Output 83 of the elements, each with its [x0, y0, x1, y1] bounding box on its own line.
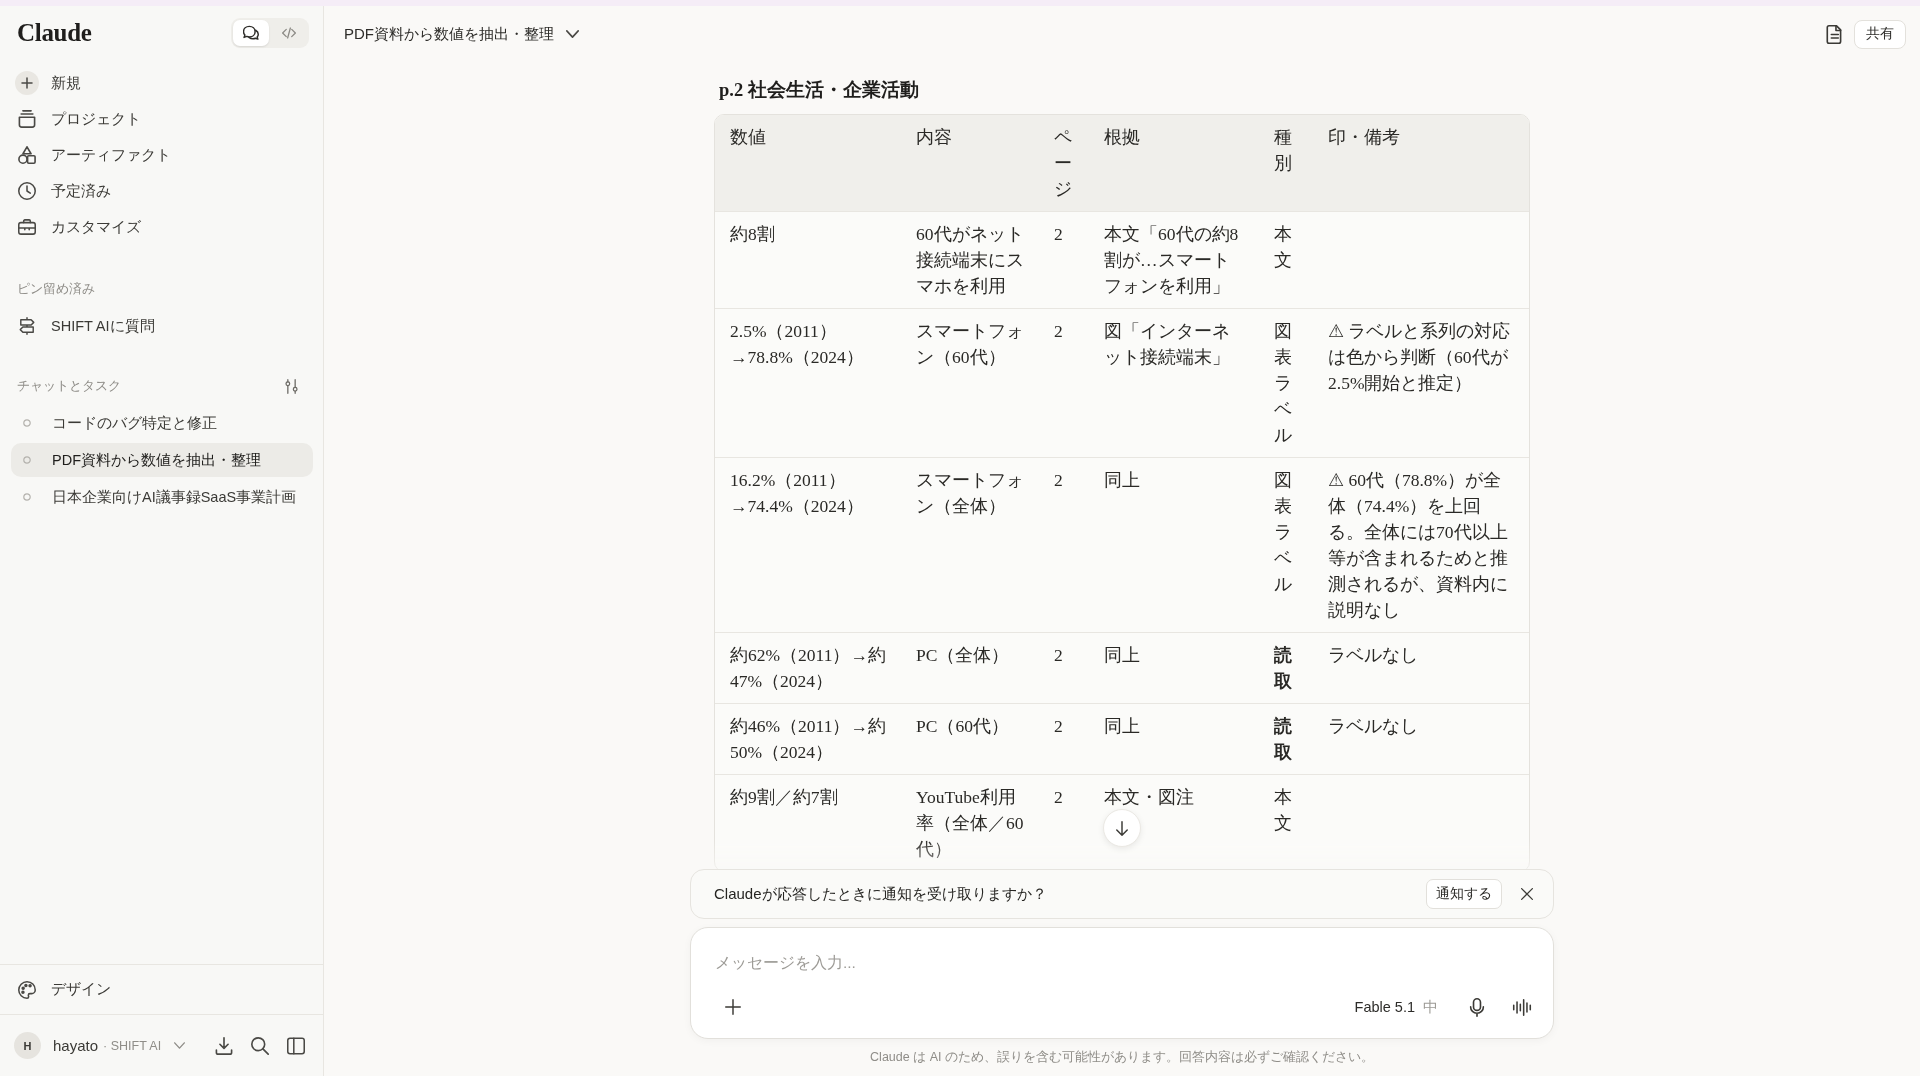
notify-button[interactable]: 通知する — [1426, 879, 1502, 909]
down-arrow-icon — [1115, 820, 1129, 836]
disclaimer-text: Claude は AI のため、誤りを含む可能性があります。回答内容は必ずご確認ください。 — [869, 1049, 1375, 1066]
waveform-icon[interactable] — [1512, 998, 1532, 1016]
chat-item[interactable]: PDF資料から数値を抽出・整理 — [11, 443, 313, 477]
table-cell: 約46%（2011）→約50%（2024） — [715, 703, 901, 775]
sidebar-toggle-icon[interactable] — [287, 1036, 305, 1055]
table-cell: 2 — [1039, 457, 1089, 633]
table-cell: 約8割 — [715, 211, 901, 309]
document-icon[interactable] — [1826, 24, 1842, 44]
nav-item[interactable]: 新規 — [11, 65, 313, 101]
table-cell: 本文 — [1259, 211, 1313, 309]
pinned-item[interactable]: SHIFT AIに質問 — [11, 308, 313, 344]
section-heading: チャットとタスク — [17, 377, 121, 395]
plus-icon — [15, 71, 39, 95]
chevron-down-icon — [174, 1042, 186, 1049]
table-cell: 約62%（2011）→約47%（2024） — [715, 632, 901, 704]
close-icon[interactable] — [1521, 888, 1533, 900]
circle-icon — [23, 456, 31, 464]
table-cell: 2 — [1039, 703, 1089, 775]
table-header-cell: ページ — [1039, 115, 1089, 212]
circle-icon — [23, 419, 31, 427]
table-cell: 2 — [1039, 632, 1089, 704]
message-input[interactable]: メッセージを入力... — [715, 949, 1532, 977]
mode-tab[interactable] — [233, 20, 269, 46]
table-cell: 図表ラベル — [1259, 308, 1313, 458]
table-cell: 図「インターネット接続端末」 — [1089, 308, 1259, 458]
section-heading: ピン留め済み — [17, 280, 95, 298]
table-cell: 図表ラベル — [1259, 457, 1313, 633]
signpost-icon — [18, 317, 36, 335]
nav-item[interactable]: カスタマイズ — [11, 209, 313, 245]
nav-item[interactable]: アーティファクト — [11, 137, 313, 173]
table-cell: 同上 — [1089, 632, 1259, 704]
table-cell: 2.5%（2011）→78.8%（2024） — [715, 308, 901, 458]
table-cell: 2 — [1039, 211, 1089, 309]
stack-icon — [18, 110, 36, 128]
user-menu-button[interactable]: H hayato · SHIFT AI — [14, 1032, 186, 1059]
table-cell: スマートフォン（全体） — [901, 457, 1039, 633]
briefcase-icon — [18, 218, 36, 236]
palette-icon — [18, 980, 36, 999]
chat-item[interactable]: 日本企業向けAI議事録SaaS事業計画 — [11, 480, 313, 514]
chat-bubbles-icon — [243, 25, 259, 41]
table-header-cell: 数値 — [715, 115, 901, 212]
table-cell: スマートフォン（60代） — [901, 308, 1039, 458]
table-header-cell: 内容 — [901, 115, 1039, 212]
clock-icon — [18, 182, 36, 200]
table-cell: ラベルなし — [1313, 703, 1529, 775]
circle-icon — [23, 493, 31, 501]
table-cell: 同上 — [1089, 457, 1259, 633]
chat-item[interactable]: コードのバグ特定と修正 — [11, 406, 313, 440]
avatar: H — [14, 1032, 41, 1059]
table-cell: 16.2%（2011）→74.4%（2024） — [715, 457, 901, 633]
table-cell: PC（60代） — [901, 703, 1039, 775]
microphone-icon[interactable] — [1469, 997, 1485, 1017]
table-cell: ラベルなし — [1313, 632, 1529, 704]
share-button[interactable]: 共有 — [1854, 19, 1906, 49]
table-cell: 読取 — [1259, 703, 1313, 775]
table-header-cell: 印・備考 — [1313, 115, 1529, 212]
sliders-icon[interactable] — [285, 378, 298, 394]
table-cell: 2 — [1039, 308, 1089, 458]
nav-item[interactable]: プロジェクト — [11, 101, 313, 137]
download-icon[interactable] — [215, 1036, 233, 1055]
chat-title-dropdown[interactable]: PDF資料から数値を抽出・整理 — [344, 24, 579, 44]
model-selector[interactable]: Fable 5.1 中 — [1354, 997, 1438, 1017]
chevron-down-icon — [566, 30, 579, 38]
search-icon[interactable] — [251, 1036, 269, 1055]
logo: Claude — [17, 18, 92, 48]
table-cell: ⚠ ラベルと系列の対応は色から判断（60代が2.5%開始と推定） — [1313, 308, 1529, 458]
notification-text: Claudeが応答したときに通知を受け取りますか？ — [714, 884, 1047, 904]
table-cell: 本文「60代の約8割が…スマートフォンを利用」 — [1089, 211, 1259, 309]
table-cell: ⚠ 60代（78.8%）が全体（74.4%）を上回る。全体には70代以上等が含まれるためと推測されるが、資料内に説明なし — [1313, 457, 1529, 633]
table-cell: PC（全体） — [901, 632, 1039, 704]
table-cell: 読取 — [1259, 632, 1313, 704]
code-icon — [282, 27, 296, 39]
section-title: p.2 社会生活・企業活動 — [719, 79, 920, 102]
table-header-cell: 根拠 — [1089, 115, 1259, 212]
shapes-icon — [18, 146, 36, 164]
plus-icon[interactable] — [725, 999, 741, 1015]
table-header-cell: 種別 — [1259, 115, 1313, 212]
nav-item[interactable]: 予定済み — [11, 173, 313, 209]
design-item[interactable]: デザイン — [11, 971, 313, 1008]
table-cell: 同上 — [1089, 703, 1259, 775]
table-cell: 60代がネット接続端末にスマホを利用 — [901, 211, 1039, 309]
